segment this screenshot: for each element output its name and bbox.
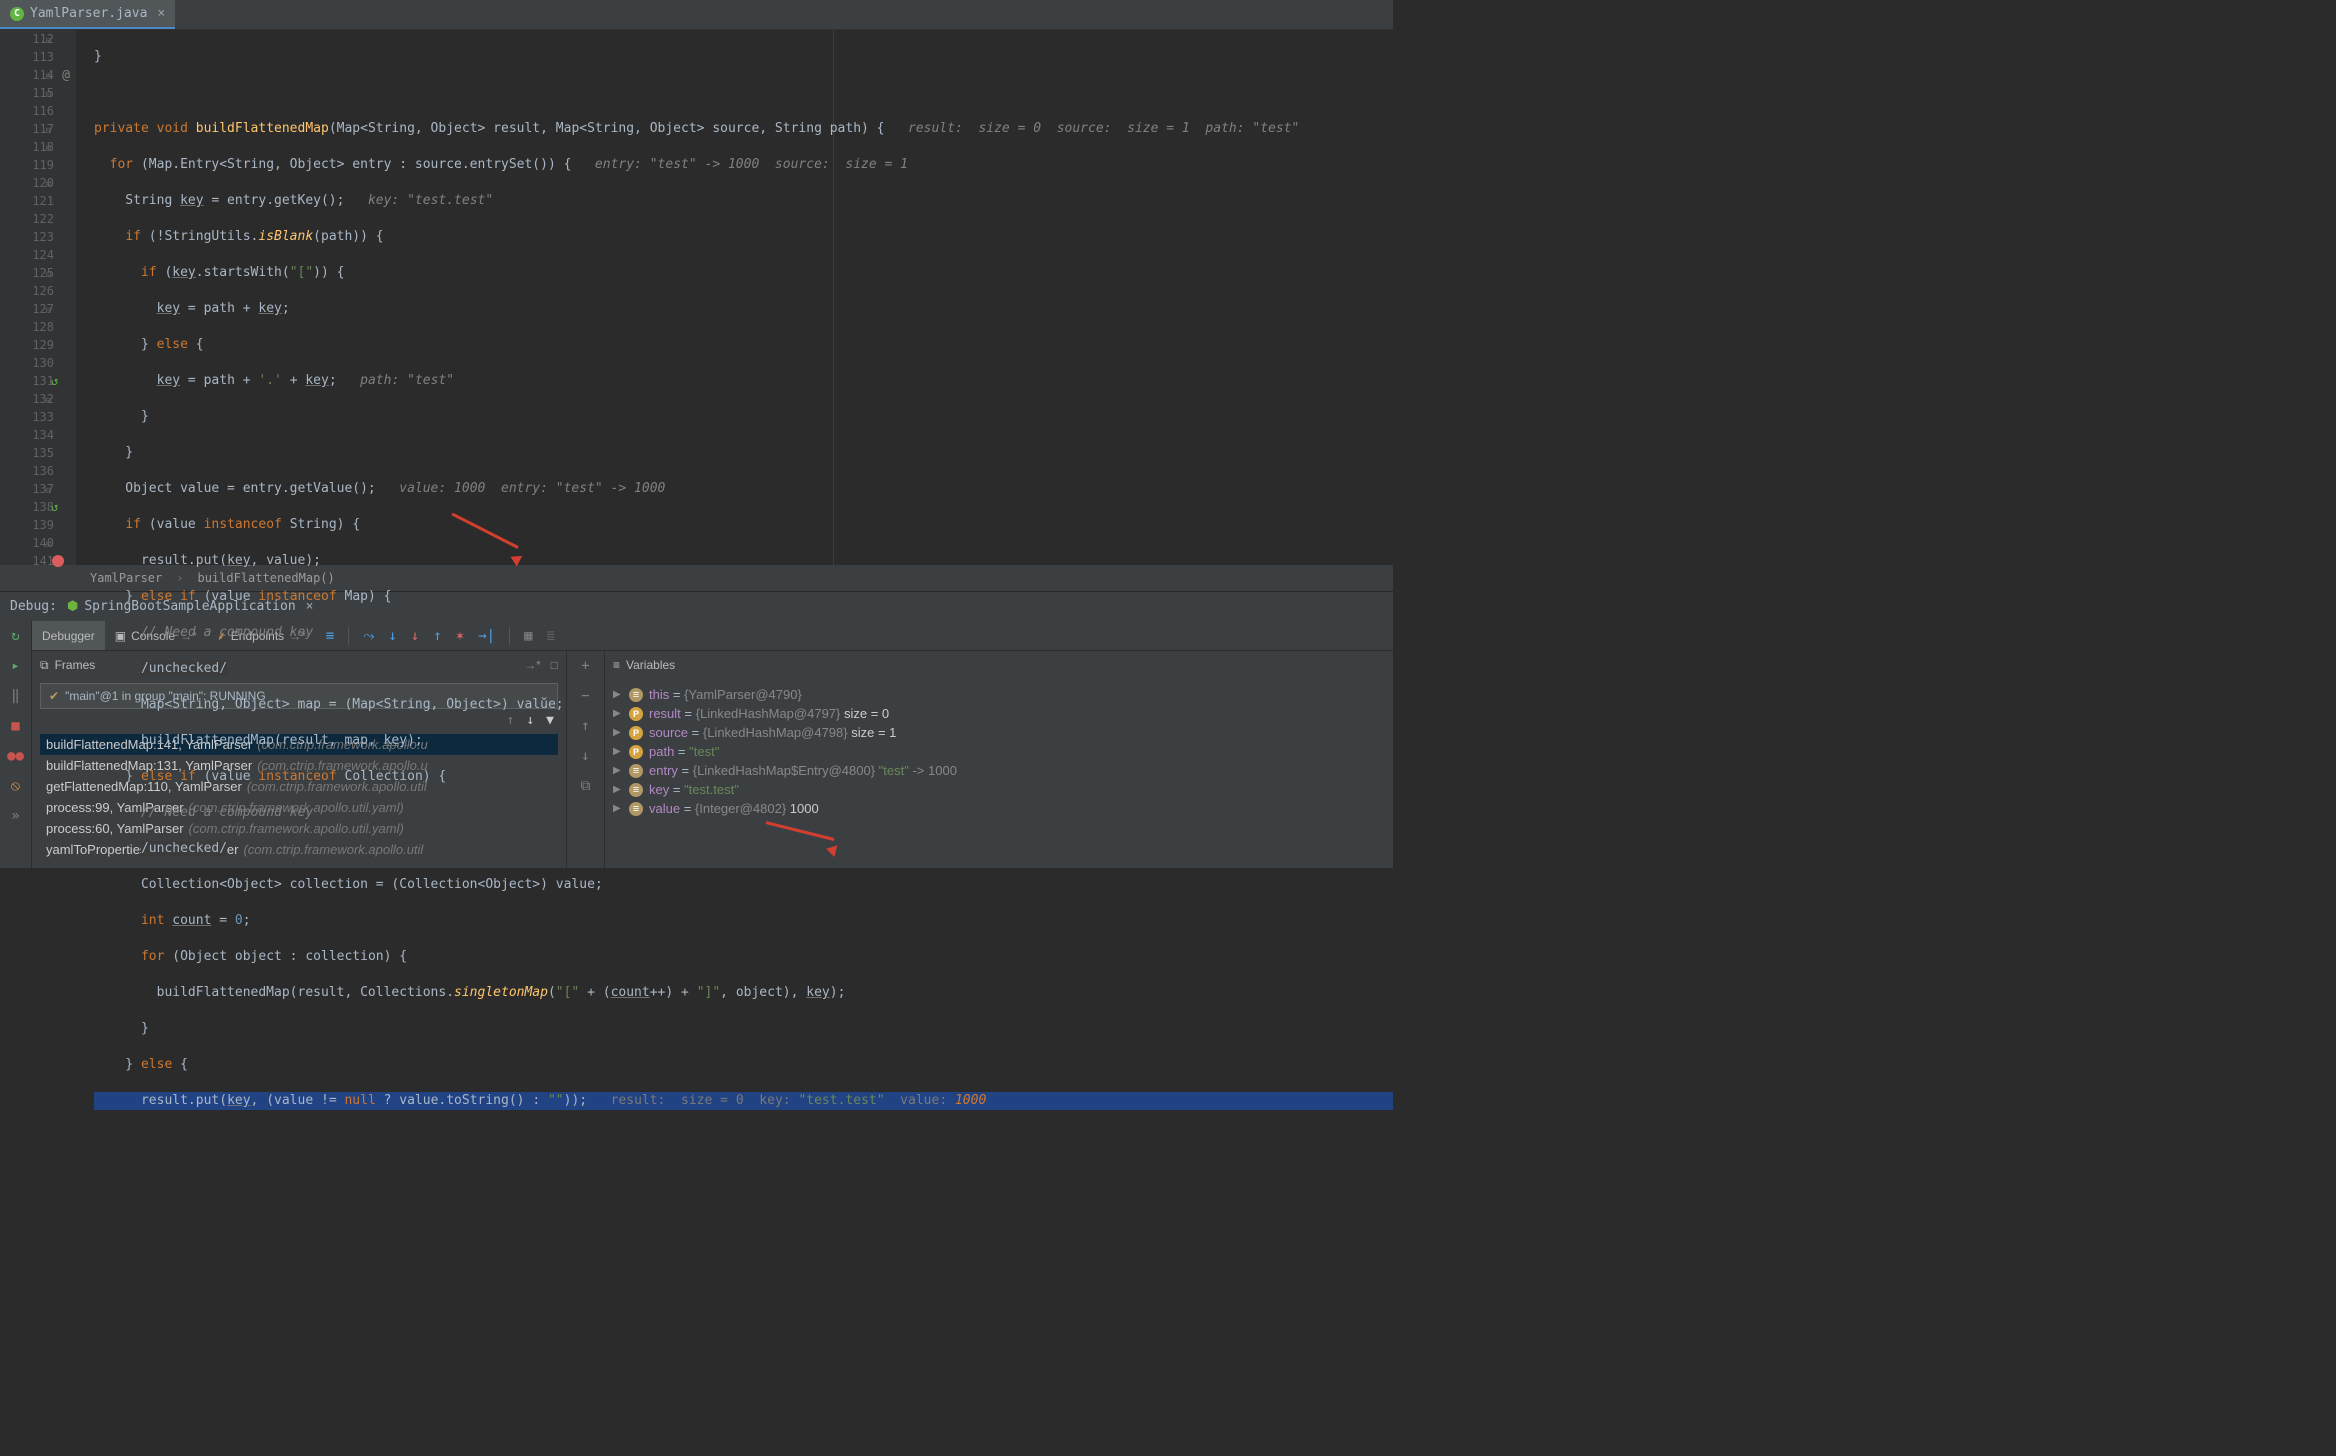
pause-icon[interactable]: ‖ bbox=[7, 687, 25, 705]
spring-boot-icon: ⬢ bbox=[67, 599, 78, 614]
mute-breakpoints-icon[interactable]: ⦸ bbox=[7, 777, 25, 795]
code-editor[interactable]: 112⊟ 113 114@⊟ 115⊟ 116 117⊟ 118⊟ 119 12… bbox=[0, 30, 1393, 565]
recursion-icon bbox=[52, 501, 64, 513]
file-tab-label: YamlParser.java bbox=[30, 6, 147, 21]
code-area[interactable]: } private void buildFlattenedMap(Map<Str… bbox=[76, 30, 1393, 565]
breakpoints-icon[interactable]: ●● bbox=[7, 747, 25, 765]
java-class-icon: C bbox=[10, 7, 24, 21]
file-tab[interactable]: C YamlParser.java × bbox=[0, 0, 175, 29]
gutter: 112⊟ 113 114@⊟ 115⊟ 116 117⊟ 118⊟ 119 12… bbox=[0, 30, 76, 565]
frames-icon: ⧉ bbox=[40, 658, 49, 673]
rerun-icon[interactable]: ↻ bbox=[7, 627, 25, 645]
breakpoint-icon[interactable] bbox=[52, 555, 64, 567]
frames-title: Frames bbox=[55, 658, 96, 672]
debug-side-toolbar: ↻ ▸ ‖ ■ ●● ⦸ » bbox=[0, 621, 32, 868]
resume-icon[interactable]: ▸ bbox=[7, 657, 25, 675]
editor-tab-bar: C YamlParser.java × bbox=[0, 0, 1393, 30]
debug-label: Debug: bbox=[10, 599, 57, 614]
check-icon: ✔ bbox=[49, 689, 59, 703]
stop-icon[interactable]: ■ bbox=[7, 717, 25, 735]
trace-icon[interactable]: ≣ bbox=[547, 628, 555, 644]
recursion-icon bbox=[52, 375, 64, 387]
close-icon[interactable]: × bbox=[157, 6, 165, 21]
more-icon[interactable]: » bbox=[7, 807, 25, 825]
